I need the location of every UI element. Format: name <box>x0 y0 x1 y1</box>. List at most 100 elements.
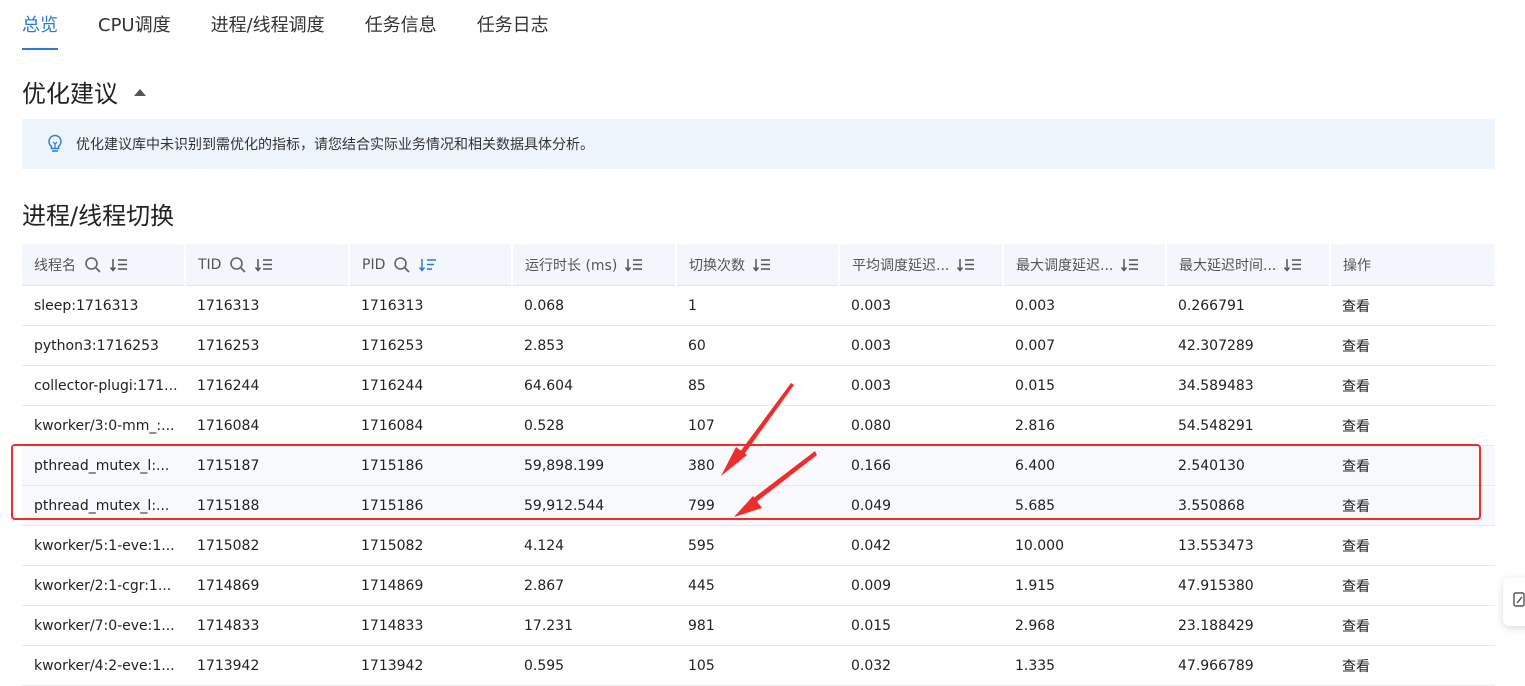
cell-max-delay-time: 23.188429 <box>1166 605 1330 646</box>
bulb-icon <box>47 133 65 155</box>
cell-tid: 1715188 <box>185 485 349 526</box>
view-link[interactable]: 查看 <box>1330 525 1495 566</box>
cell-thread-name: kworker/3:0-mm_:... <box>22 405 185 446</box>
cell-max-delay: 5.685 <box>1003 485 1166 526</box>
caret-up-icon[interactable] <box>134 88 146 96</box>
cell-avg-delay: 0.003 <box>839 325 1003 366</box>
col-tid: TID <box>185 244 350 286</box>
cell-tid: 1714869 <box>185 565 349 606</box>
cell-max-delay-time: 47.915380 <box>1166 565 1330 606</box>
table-row: kworker/5:1-eve:1... 1715082 1715082 4.124 5… <box>22 525 1495 566</box>
cell-runtime: 59,898.199 <box>512 445 676 486</box>
cell-max-delay-time: 2.540130 <box>1166 445 1330 486</box>
table-row: pthread_mutex_l:... 1715187 1715186 59,898.… <box>22 445 1495 486</box>
cell-runtime: 64.604 <box>512 365 676 406</box>
cell-max-delay-time: 54.548291 <box>1166 405 1330 446</box>
cell-pid: 1715186 <box>349 445 512 486</box>
view-link[interactable]: 查看 <box>1330 565 1495 606</box>
table-row: kworker/4:2-eve:1... 1713942 1713942 0.595 1… <box>22 645 1495 686</box>
cell-max-delay-time: 3.550868 <box>1166 485 1330 526</box>
cell-avg-delay: 0.003 <box>839 365 1003 406</box>
cell-thread-name: python3:1716253 <box>22 325 185 366</box>
sort-icon[interactable] <box>625 258 643 272</box>
col-label: 切换次数 <box>689 257 745 274</box>
tab-cpu-scheduling[interactable]: CPU调度 <box>98 0 171 52</box>
cell-switch-count: 1 <box>676 285 839 326</box>
cell-avg-delay: 0.003 <box>839 285 1003 326</box>
sort-icon[interactable] <box>1284 258 1302 272</box>
cell-switch-count: 60 <box>676 325 839 366</box>
cell-max-delay: 2.968 <box>1003 605 1166 646</box>
optimization-message: 优化建议库中未识别到需优化的指标，请您结合实际业务情况和相关数据具体分析。 <box>76 137 594 153</box>
cell-max-delay-time: 0.266791 <box>1166 285 1330 326</box>
cell-runtime: 0.595 <box>512 645 676 686</box>
cell-max-delay: 10.000 <box>1003 525 1166 566</box>
col-thread-name: 线程名 <box>22 244 186 286</box>
table-row: sleep:1716313 1716313 1716313 0.068 1 0.003 0.… <box>22 285 1495 326</box>
cell-pid: 1714869 <box>349 565 512 606</box>
cell-runtime: 2.867 <box>512 565 676 606</box>
view-link[interactable]: 查看 <box>1330 445 1495 486</box>
view-link[interactable]: 查看 <box>1330 605 1495 646</box>
cell-pid: 1716084 <box>349 405 512 446</box>
cell-max-delay: 2.816 <box>1003 405 1166 446</box>
col-switch-count: 切换次数 <box>676 244 840 286</box>
cell-runtime: 4.124 <box>512 525 676 566</box>
cell-switch-count: 981 <box>676 605 839 646</box>
col-avg-delay: 平均调度延迟... <box>839 244 1004 286</box>
cell-runtime: 17.231 <box>512 605 676 646</box>
sort-active-icon[interactable] <box>419 258 437 272</box>
cell-runtime: 59,912.544 <box>512 485 676 526</box>
table-row: kworker/2:1-cgr:1... 1714869 1714869 2.867 4… <box>22 565 1495 606</box>
cell-pid: 1714833 <box>349 605 512 646</box>
table-row: pthread_mutex_l:... 1715188 1715186 59,912.… <box>22 485 1495 526</box>
feedback-button[interactable] <box>1503 578 1525 626</box>
feedback-icon <box>1513 592 1525 612</box>
cell-runtime: 2.853 <box>512 325 676 366</box>
table-row: kworker/7:0-eve:1... 1714833 1714833 17.231… <box>22 605 1495 646</box>
table-row: python3:1716253 1716253 1716253 2.853 60 0.00… <box>22 325 1495 366</box>
sort-icon[interactable] <box>957 258 975 272</box>
sort-icon[interactable] <box>1121 258 1139 272</box>
col-label: TID <box>198 256 222 273</box>
col-label: 运行时长 (ms) <box>525 257 618 274</box>
tab-task-log[interactable]: 任务日志 <box>477 0 549 52</box>
sort-icon[interactable] <box>753 258 771 272</box>
tab-task-info[interactable]: 任务信息 <box>365 0 437 52</box>
col-label: 操作 <box>1343 257 1371 274</box>
search-icon[interactable] <box>393 256 411 274</box>
cell-avg-delay: 0.049 <box>839 485 1003 526</box>
cell-switch-count: 595 <box>676 525 839 566</box>
cell-pid: 1716253 <box>349 325 512 366</box>
col-label: 平均调度延迟... <box>852 257 950 274</box>
optimization-header: 优化建议 <box>22 74 146 109</box>
cell-tid: 1715082 <box>185 525 349 566</box>
cell-tid: 1716313 <box>185 285 349 326</box>
cell-max-delay: 6.400 <box>1003 445 1166 486</box>
cell-pid: 1715082 <box>349 525 512 566</box>
col-runtime: 运行时长 (ms) <box>512 244 677 286</box>
cell-switch-count: 107 <box>676 405 839 446</box>
cell-max-delay-time: 34.589483 <box>1166 365 1330 406</box>
view-link[interactable]: 查看 <box>1330 485 1495 526</box>
cell-thread-name: kworker/5:1-eve:1... <box>22 525 185 566</box>
view-link[interactable]: 查看 <box>1330 645 1495 686</box>
tab-overview[interactable]: 总览 <box>22 0 58 52</box>
cell-max-delay: 0.007 <box>1003 325 1166 366</box>
cell-thread-name: pthread_mutex_l:... <box>22 485 185 526</box>
sort-icon[interactable] <box>110 258 128 272</box>
cell-pid: 1715186 <box>349 485 512 526</box>
view-link[interactable]: 查看 <box>1330 325 1495 366</box>
search-icon[interactable] <box>229 256 247 274</box>
optimization-info-bar: 优化建议库中未识别到需优化的指标，请您结合实际业务情况和相关数据具体分析。 <box>22 119 1495 169</box>
switch-section-title: 进程/线程切换 <box>22 202 175 230</box>
tab-process-thread-scheduling[interactable]: 进程/线程调度 <box>211 0 325 52</box>
view-link[interactable]: 查看 <box>1330 365 1495 406</box>
view-link[interactable]: 查看 <box>1330 405 1495 446</box>
cell-tid: 1714833 <box>185 605 349 646</box>
cell-pid: 1716313 <box>349 285 512 326</box>
view-link[interactable]: 查看 <box>1330 285 1495 326</box>
cell-pid: 1716244 <box>349 365 512 406</box>
sort-icon[interactable] <box>255 258 273 272</box>
search-icon[interactable] <box>84 256 102 274</box>
